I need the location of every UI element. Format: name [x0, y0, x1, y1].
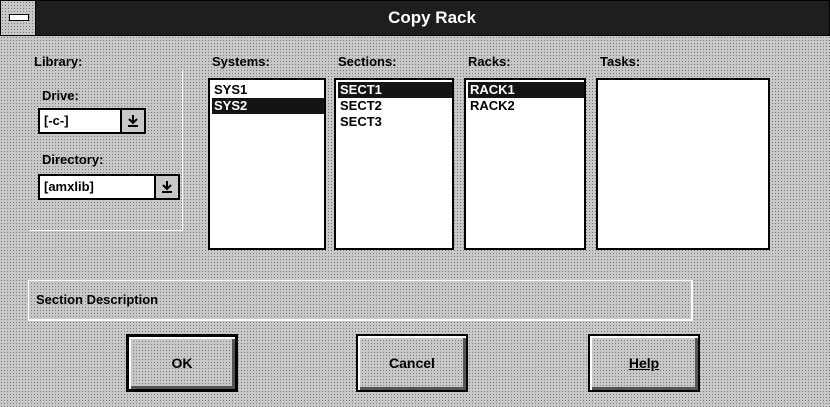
drive-select[interactable]: [-c-]	[38, 108, 146, 134]
list-item-selected[interactable]: SECT1	[338, 82, 452, 98]
help-button-label: Help	[628, 355, 660, 371]
library-label: Library:	[34, 54, 83, 69]
tasks-listbox[interactable]	[596, 78, 770, 250]
list-item[interactable]: SECT2	[338, 98, 452, 114]
system-menu-icon[interactable]	[1, 1, 36, 35]
window-title: Copy Rack	[388, 8, 476, 27]
list-item-selected[interactable]: SYS2	[212, 98, 324, 114]
cancel-button[interactable]: Cancel	[356, 334, 468, 392]
racks-label: Racks:	[468, 54, 511, 69]
racks-listbox[interactable]: RACK1 RACK2	[464, 78, 586, 250]
directory-value: [amxlib]	[44, 179, 94, 194]
list-item[interactable]: RACK2	[468, 98, 584, 114]
tasks-label: Tasks:	[600, 54, 641, 69]
sections-label: Sections:	[338, 54, 397, 69]
sections-listbox[interactable]: SECT1 SECT2 SECT3	[334, 78, 454, 250]
directory-select[interactable]: [amxlib]	[38, 174, 180, 200]
title-bar: Copy Rack	[0, 0, 830, 36]
systems-label: Systems:	[212, 54, 270, 69]
list-item-selected[interactable]: RACK1	[468, 82, 584, 98]
list-item[interactable]: SYS1	[212, 82, 324, 98]
directory-label: Directory:	[42, 152, 104, 167]
systems-listbox[interactable]: SYS1 SYS2	[208, 78, 326, 250]
drive-dropdown-arrow-icon[interactable]	[120, 110, 144, 132]
ok-button[interactable]: OK	[126, 334, 238, 392]
list-item[interactable]: SECT3	[338, 114, 452, 130]
section-description-field	[28, 280, 693, 321]
help-button[interactable]: Help	[588, 334, 700, 392]
directory-dropdown-arrow-icon[interactable]	[154, 176, 178, 198]
drive-label: Drive:	[42, 88, 79, 103]
drive-value: [-c-]	[44, 113, 69, 128]
